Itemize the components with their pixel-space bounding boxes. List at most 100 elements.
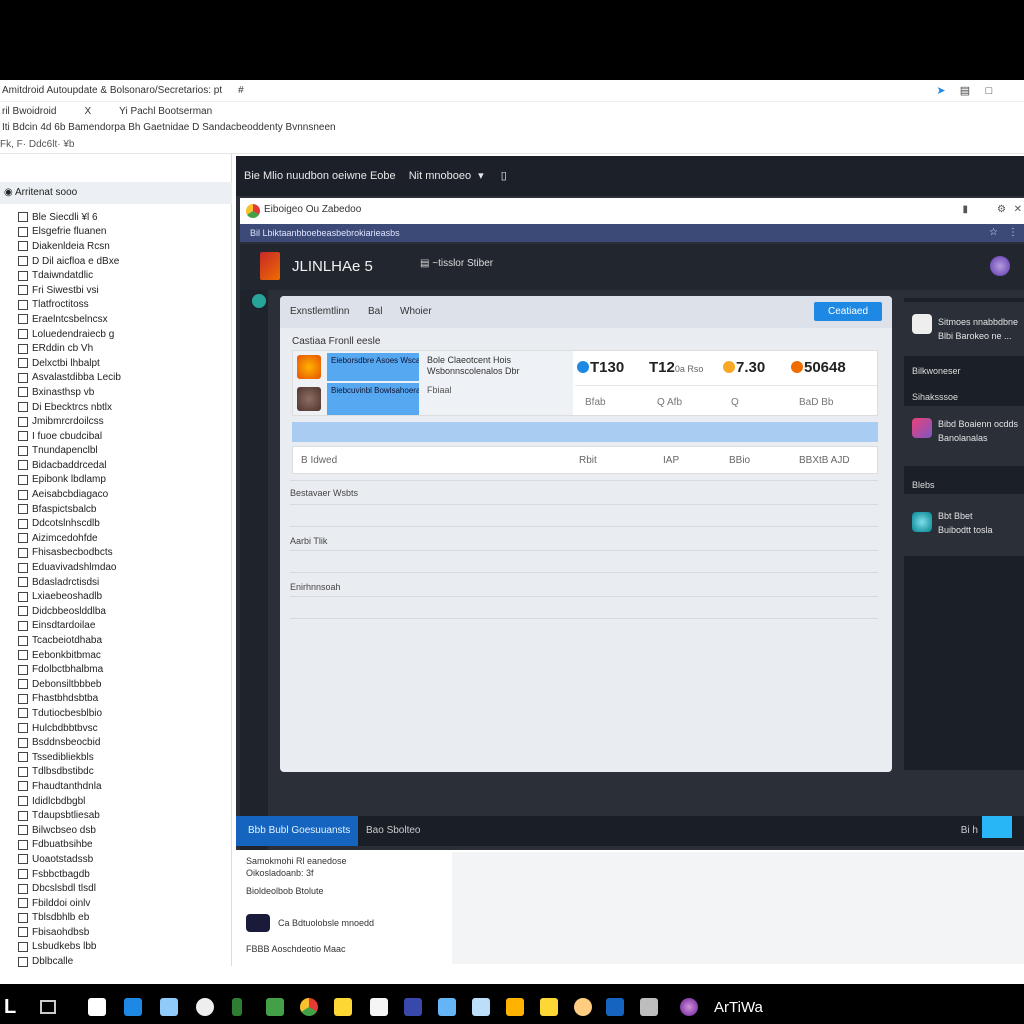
checkbox-icon[interactable] bbox=[18, 460, 28, 471]
checkbox-icon[interactable] bbox=[18, 854, 28, 865]
tab-2[interactable]: Bal bbox=[368, 306, 382, 317]
menu-icon[interactable]: ⋮ bbox=[1008, 224, 1018, 242]
checkbox-icon[interactable] bbox=[18, 635, 28, 646]
address-row[interactable]: Fk, F· Ddc6lt· ¥b bbox=[0, 136, 1024, 154]
app-icon-1[interactable] bbox=[88, 998, 106, 1016]
app-icon-2[interactable] bbox=[124, 998, 142, 1016]
tree-item[interactable]: Diakenldeia Rcsn bbox=[18, 239, 228, 254]
checkbox-icon[interactable] bbox=[18, 256, 28, 267]
tree-item[interactable]: Eebonkbitbmac bbox=[18, 648, 228, 663]
search-icon[interactable] bbox=[40, 1000, 56, 1014]
site-name[interactable]: JLINLHAe 5 bbox=[292, 258, 373, 275]
app-icon-6[interactable] bbox=[266, 998, 284, 1016]
checkbox-icon[interactable] bbox=[18, 752, 28, 763]
checkbox-icon[interactable] bbox=[18, 679, 28, 690]
tree-item[interactable]: ERddin cb Vh bbox=[18, 341, 228, 356]
pin-icon[interactable]: ➤ bbox=[934, 84, 948, 98]
tree-item[interactable]: Fdolbctbhalbma bbox=[18, 662, 228, 677]
app-icon[interactable] bbox=[246, 914, 270, 932]
app-icon-16[interactable] bbox=[680, 998, 698, 1016]
contact-card-2[interactable]: Bibd Boaienn ocdds Banolanalas bbox=[904, 406, 1024, 466]
checkbox-icon[interactable] bbox=[18, 591, 28, 602]
checkbox-icon[interactable] bbox=[18, 650, 28, 661]
checkbox-icon[interactable] bbox=[18, 314, 28, 325]
tree-item[interactable]: Jmibmrcrdoilcss bbox=[18, 414, 228, 429]
tree-item[interactable]: Didcbbeoslddlba bbox=[18, 604, 228, 619]
tree-item[interactable]: Uoaotstadssb bbox=[18, 852, 228, 867]
checkbox-icon[interactable] bbox=[18, 226, 28, 237]
tree-item[interactable]: Fdbuatbsihbe bbox=[18, 838, 228, 853]
close-icon[interactable]: ✕ bbox=[1014, 204, 1022, 215]
tree-item[interactable]: Bidacbaddrcedal bbox=[18, 458, 228, 473]
app-icon-15[interactable] bbox=[640, 998, 658, 1016]
tree-item[interactable]: Ididlcbdbgbl bbox=[18, 794, 228, 809]
checkbox-icon[interactable] bbox=[18, 693, 28, 704]
checkbox-icon[interactable] bbox=[18, 839, 28, 850]
tree-item[interactable]: Fhaudtanthdnla bbox=[18, 779, 228, 794]
checkbox-icon[interactable] bbox=[18, 708, 28, 719]
tree-item[interactable]: Bfaspictsbalcb bbox=[18, 502, 228, 517]
menu-item-2[interactable]: X bbox=[84, 106, 91, 117]
checkbox-icon[interactable] bbox=[18, 825, 28, 836]
checkbox-icon[interactable] bbox=[18, 562, 28, 573]
checkbox-icon[interactable] bbox=[18, 504, 28, 515]
checkbox-icon[interactable] bbox=[18, 810, 28, 821]
status-dot-icon[interactable] bbox=[252, 294, 266, 308]
checkbox-icon[interactable] bbox=[18, 416, 28, 427]
tree-item[interactable]: D Dil aicfloa e dBxe bbox=[18, 254, 228, 269]
checkbox-icon[interactable] bbox=[18, 927, 28, 938]
tree-item[interactable]: Di Ebecktrcs nbtlx bbox=[18, 400, 228, 415]
primary-button[interactable]: Ceatiaed bbox=[814, 302, 882, 321]
offer-box-2[interactable]: Biebcuvinbl Bowlsahoerabi bisslocse bbox=[327, 383, 419, 415]
tree-item[interactable]: Tdutiocbesblbio bbox=[18, 706, 228, 721]
checkbox-icon[interactable] bbox=[18, 533, 28, 544]
checkbox-icon[interactable] bbox=[18, 212, 28, 223]
tree-item[interactable]: Delxctbi lhbalpt bbox=[18, 356, 228, 371]
tree-item[interactable]: Ble Siecdli ¥l 6 bbox=[18, 210, 228, 225]
tree-item[interactable]: Dblbcalle bbox=[18, 954, 228, 969]
checkbox-icon[interactable] bbox=[18, 387, 28, 398]
tree-item[interactable]: Eduavivadshlmdao bbox=[18, 560, 228, 575]
tree-item[interactable]: Einsdtardoilae bbox=[18, 619, 228, 634]
checkbox-icon[interactable] bbox=[18, 270, 28, 281]
minimize-icon[interactable]: ▤ bbox=[958, 84, 972, 98]
checkbox-icon[interactable] bbox=[18, 956, 28, 967]
tree-item[interactable]: Hulcbdbbtbvsc bbox=[18, 721, 228, 736]
chevron-down-icon[interactable]: ▾ bbox=[478, 170, 484, 182]
tree-item[interactable]: Fhastbhdsbtba bbox=[18, 692, 228, 707]
tree-item[interactable]: Bdasladrctisdsi bbox=[18, 575, 228, 590]
tree-item[interactable]: Tlatfroctitoss bbox=[18, 298, 228, 313]
status-button[interactable] bbox=[982, 816, 1012, 838]
checkbox-icon[interactable] bbox=[18, 285, 28, 296]
status-mid[interactable]: Bao Sbolteo bbox=[366, 816, 421, 846]
tree-item[interactable]: Tdaupsbtliesab bbox=[18, 808, 228, 823]
checkbox-icon[interactable] bbox=[18, 445, 28, 456]
tree-item[interactable]: Bsddnsbeocbid bbox=[18, 735, 228, 750]
checkbox-icon[interactable] bbox=[18, 737, 28, 748]
url-bar[interactable]: Bil Lbiktaanbboebeasbebrokiarieasbs ☆ ⋮ bbox=[240, 224, 1024, 242]
settings-icon[interactable]: ⚙ bbox=[997, 204, 1006, 215]
checkbox-icon[interactable] bbox=[18, 723, 28, 734]
tree-item[interactable]: Lxiaebeoshadlb bbox=[18, 589, 228, 604]
app-icon-8[interactable] bbox=[370, 998, 388, 1016]
tab-title[interactable]: Eiboigeo Ou Zabedoo bbox=[264, 204, 361, 215]
app-icon-3[interactable] bbox=[160, 998, 178, 1016]
copy-icon[interactable]: ▯ bbox=[501, 170, 507, 182]
tab-1[interactable]: Exnstlemtlinn bbox=[290, 306, 349, 317]
tree-item[interactable]: Fbisaohdbsb bbox=[18, 925, 228, 940]
contact-card-3[interactable]: Bbt Bbet Buibodtt tosla bbox=[904, 494, 1024, 556]
checkbox-icon[interactable] bbox=[18, 781, 28, 792]
checkbox-icon[interactable] bbox=[18, 431, 28, 442]
checkbox-icon[interactable] bbox=[18, 489, 28, 500]
app-icon-14[interactable] bbox=[606, 998, 624, 1016]
checkbox-icon[interactable] bbox=[18, 883, 28, 894]
tree-item[interactable]: Lsbudkebs lbb bbox=[18, 940, 228, 955]
tree-item[interactable]: Ddcotslnhscdlb bbox=[18, 516, 228, 531]
checkbox-icon[interactable] bbox=[18, 402, 28, 413]
menu-item-1[interactable]: ril Bwoidroid bbox=[2, 106, 56, 117]
checkbox-icon[interactable] bbox=[18, 372, 28, 383]
avatar[interactable] bbox=[990, 256, 1010, 276]
browser-icon[interactable] bbox=[300, 998, 318, 1016]
tree-item[interactable]: Tdaiwndatdlic bbox=[18, 268, 228, 283]
app-icon-5[interactable] bbox=[232, 998, 242, 1016]
